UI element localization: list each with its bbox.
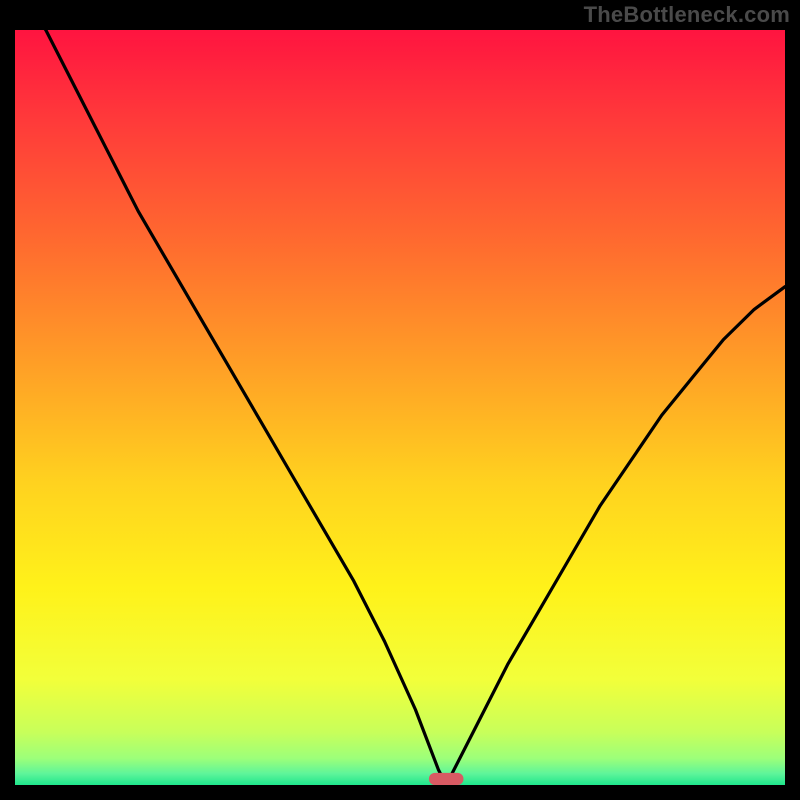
watermark-text: TheBottleneck.com — [584, 2, 790, 28]
plot-area — [15, 30, 785, 785]
bottleneck-chart — [15, 30, 785, 785]
optimum-marker — [429, 773, 464, 785]
chart-frame: TheBottleneck.com — [0, 0, 800, 800]
